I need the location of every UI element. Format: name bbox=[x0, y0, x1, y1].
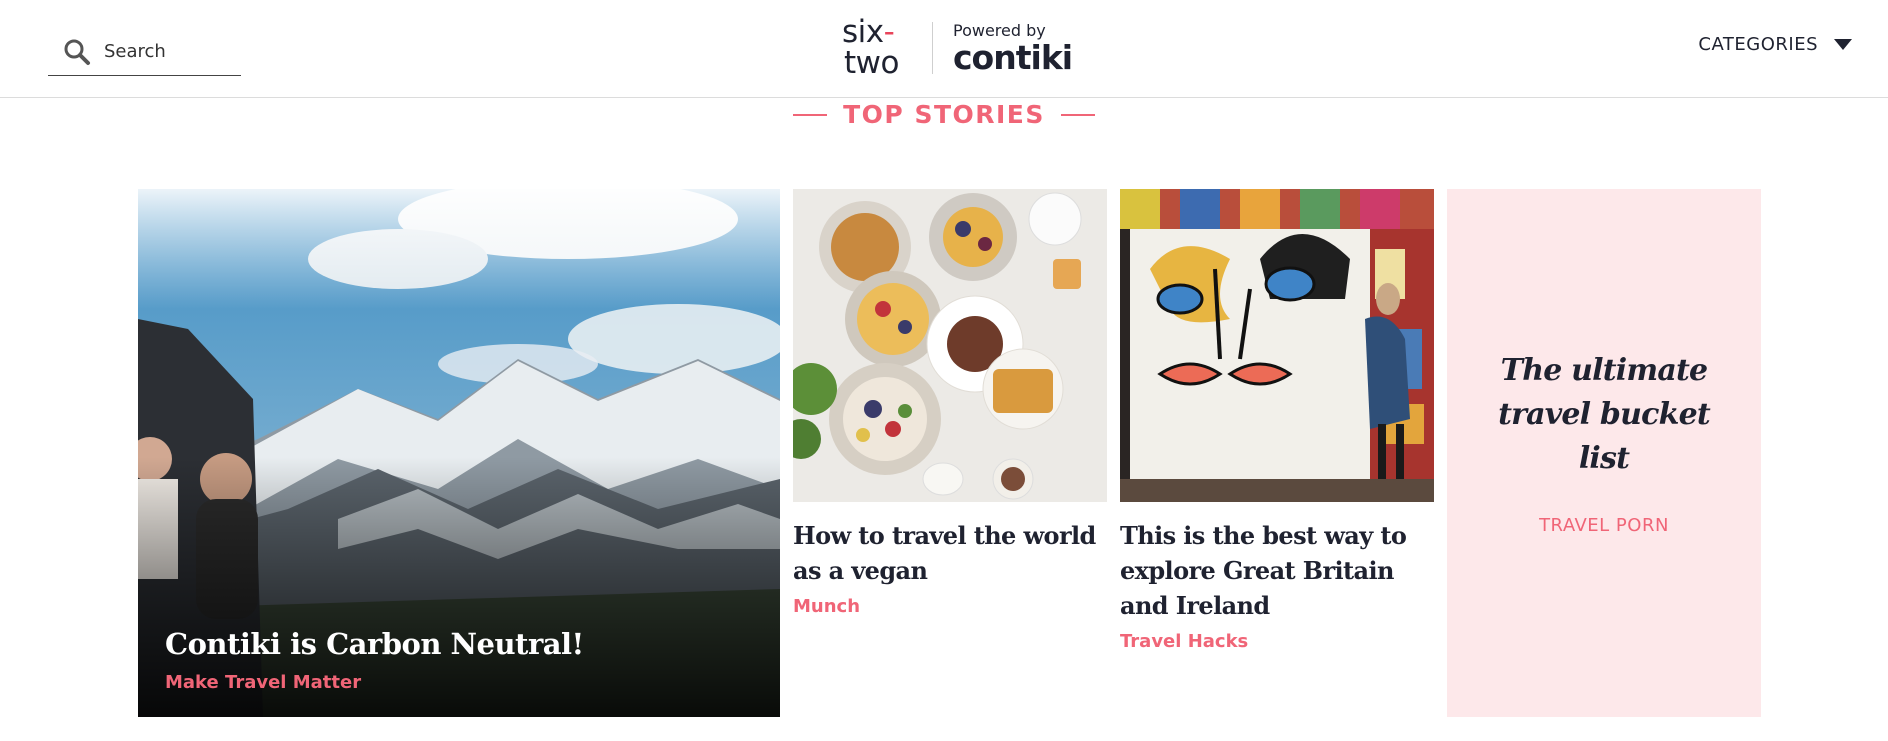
categories-label: CATEGORIES bbox=[1698, 34, 1818, 55]
promo-category[interactable]: TRAVEL PORN bbox=[1447, 515, 1761, 536]
site-header: six- two Powered by contiki CATEGORIES bbox=[0, 0, 1888, 98]
featured-story-category[interactable]: Make Travel Matter bbox=[165, 672, 361, 693]
powered-by-label: Powered by bbox=[953, 20, 1046, 40]
section-title: TOP STORIES bbox=[843, 100, 1045, 129]
powered-by[interactable]: Powered by contiki bbox=[953, 20, 1073, 77]
sixtwo-logo[interactable]: six- two bbox=[842, 17, 916, 79]
promo-title[interactable]: The ultimate travel bucket list bbox=[1487, 349, 1721, 481]
story-card-britain[interactable]: This is the best way to explore Great Br… bbox=[1120, 189, 1434, 652]
vegan-breakfast-image[interactable] bbox=[793, 189, 1107, 502]
logo-two: two bbox=[844, 45, 899, 81]
story-category[interactable]: Travel Hacks bbox=[1120, 631, 1434, 652]
heading-rule-left bbox=[793, 113, 828, 116]
contiki-logo: contiki bbox=[953, 37, 1073, 77]
street-art-image[interactable] bbox=[1120, 189, 1434, 502]
search-icon[interactable] bbox=[62, 37, 92, 67]
brand-logo[interactable]: six- two Powered by contiki bbox=[842, 15, 1073, 81]
categories-menu[interactable]: CATEGORIES bbox=[1698, 34, 1852, 55]
top-stories-heading: TOP STORIES bbox=[0, 100, 1888, 129]
search-bar[interactable] bbox=[48, 28, 241, 76]
featured-story-title[interactable]: Contiki is Carbon Neutral! bbox=[165, 627, 584, 661]
story-title[interactable]: How to travel the world as a vegan bbox=[793, 518, 1107, 588]
caret-down-icon[interactable] bbox=[1834, 39, 1852, 50]
search-input[interactable] bbox=[104, 41, 224, 62]
story-title[interactable]: This is the best way to explore Great Br… bbox=[1120, 518, 1434, 623]
story-card-vegan[interactable]: How to travel the world as a vegan Munch bbox=[793, 189, 1107, 617]
brand-divider bbox=[932, 22, 933, 74]
heading-rule-right bbox=[1060, 113, 1095, 116]
promo-card-bucket-list[interactable]: The ultimate travel bucket list TRAVEL P… bbox=[1447, 189, 1761, 717]
story-category[interactable]: Munch bbox=[793, 596, 1107, 617]
featured-story-card[interactable]: Contiki is Carbon Neutral! Make Travel M… bbox=[138, 189, 780, 717]
